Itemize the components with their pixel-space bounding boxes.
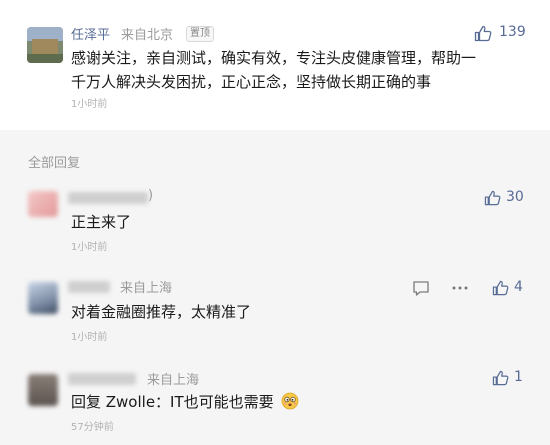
- like-button[interactable]: 1: [492, 369, 532, 389]
- reply-item: 来自上海 4 对着金融圈推荐，太精准了 1小时前: [0, 272, 550, 352]
- comment-time: 1小时前: [71, 99, 108, 110]
- author-name-obscured[interactable]: [68, 373, 136, 385]
- reply-time: 57分钟前: [71, 422, 114, 433]
- more-icon[interactable]: [452, 286, 468, 290]
- like-button[interactable]: 30: [484, 189, 534, 209]
- like-icon: [492, 370, 509, 386]
- pinned-badge: 置顶: [186, 26, 214, 42]
- like-count: 4: [514, 279, 523, 295]
- like-button[interactable]: 4: [492, 279, 532, 299]
- reply-content: 回复 Zwolle：IT也可能也需要: [71, 393, 274, 411]
- author-location: 来自上海: [120, 281, 173, 296]
- like-count: 30: [506, 189, 524, 205]
- author-name[interactable]: 任泽平: [71, 24, 110, 43]
- author-name-suffix: ): [148, 188, 154, 203]
- comment-icon[interactable]: [412, 280, 430, 297]
- pinned-comment: 任泽平 来自北京 置顶 139 感谢关注，亲自测试，确实有效，专注头皮健康管理，…: [0, 0, 550, 130]
- emoji-icon: [281, 392, 299, 410]
- author-name-obscured[interactable]: [68, 192, 148, 204]
- like-count: 139: [499, 24, 526, 40]
- comment-content: 感谢关注，亲自测试，确实有效，专注头皮健康管理，帮助一 千万人解决头发困扰，正心…: [71, 46, 531, 94]
- like-icon: [474, 25, 492, 42]
- like-count: 1: [514, 369, 523, 385]
- reply-item: ) 30 正主来了 1小时前: [0, 180, 550, 260]
- section-title: 全部回复: [28, 156, 81, 171]
- content-line: 感谢关注，亲自测试，确实有效，专注头皮健康管理，帮助一: [71, 49, 477, 67]
- author-location: 来自北京: [121, 28, 174, 43]
- reply-content: 对着金融圈推荐，太精准了: [71, 303, 252, 321]
- reply-time: 1小时前: [71, 242, 108, 253]
- author-name-obscured[interactable]: [68, 281, 110, 293]
- content-line: 千万人解决头发困扰，正心正念，坚持做长期正确的事: [71, 73, 432, 91]
- like-icon: [492, 280, 509, 296]
- author-location: 来自上海: [147, 373, 200, 388]
- reply-content-row: 回复 Zwolle：IT也可能也需要: [71, 390, 299, 414]
- like-icon: [484, 190, 501, 206]
- avatar[interactable]: [28, 374, 58, 406]
- like-button[interactable]: 139: [474, 24, 534, 44]
- avatar[interactable]: [28, 191, 58, 217]
- avatar[interactable]: [28, 282, 58, 314]
- reply-content: 正主来了: [71, 213, 132, 231]
- reply-item: 来自上海 1 回复 Zwolle：IT也可能也需要 57分钟前: [0, 364, 550, 445]
- reply-time: 1小时前: [71, 332, 108, 343]
- avatar[interactable]: [27, 27, 63, 63]
